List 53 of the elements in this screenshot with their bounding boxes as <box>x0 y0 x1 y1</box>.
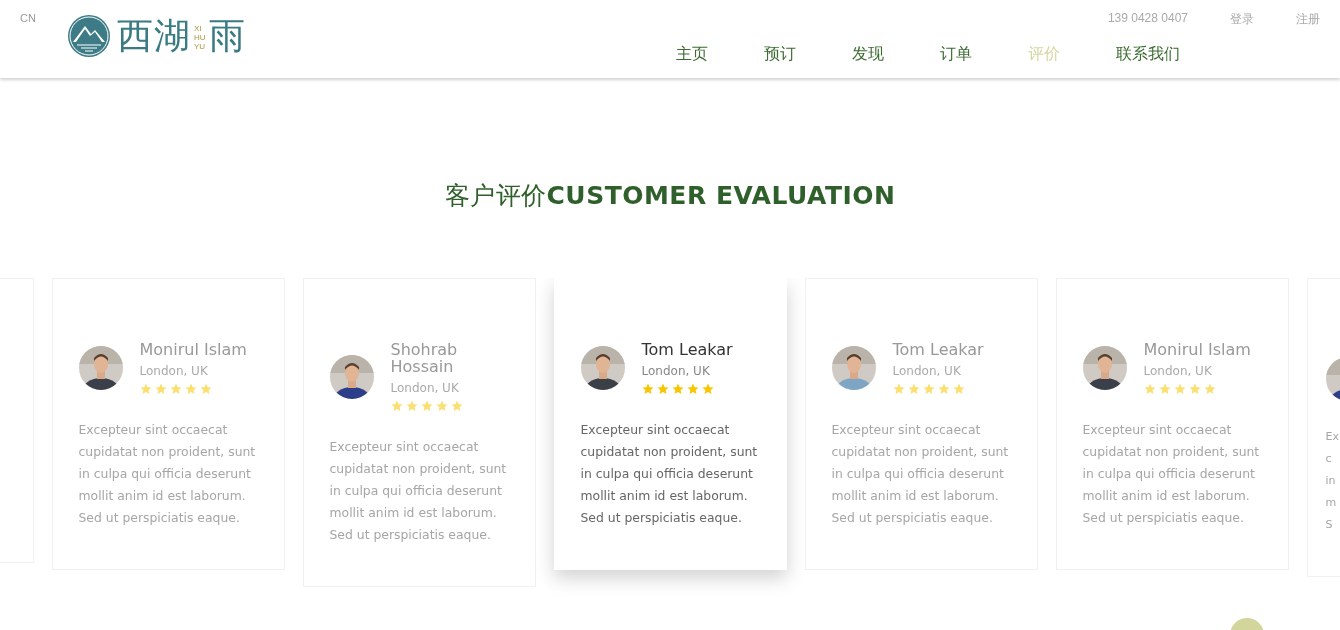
reviewer-location: London, UK <box>641 364 711 378</box>
star-icon <box>169 383 182 395</box>
review-text: Ex c in m S <box>1325 429 1340 533</box>
phone-number: 139 0428 0407 <box>1107 11 1188 27</box>
star-icon <box>922 383 935 395</box>
star-icon <box>1143 383 1156 395</box>
star-icon <box>390 400 403 412</box>
reviewer-name: Tom Leakar <box>892 341 985 358</box>
logo-text: 雨 <box>208 13 246 58</box>
star-icon <box>907 383 920 395</box>
mountain-logo-icon <box>67 14 111 58</box>
reviewer-location: London, UK <box>390 381 460 395</box>
logo-text: 西湖 <box>117 13 191 58</box>
reviewer-name: Monirul Islam <box>1143 341 1252 358</box>
star-icon <box>656 383 669 395</box>
star-icon <box>199 383 212 395</box>
star-icon <box>701 383 714 395</box>
star-icon <box>937 383 950 395</box>
star-icon <box>671 383 684 395</box>
review-text: Excepteur sint occaecat cupidatat non proident, sunt in culpa qui officia deserunt mollit anim id est laborum. Sed ut perspiciatis eaque. <box>1082 421 1261 527</box>
star-icon <box>420 400 433 412</box>
star-icon <box>154 383 167 395</box>
star-icon <box>686 383 699 395</box>
star-icon <box>1158 383 1171 395</box>
star-icon <box>1173 383 1186 395</box>
nav-link[interactable]: 订单 <box>940 44 1028 65</box>
nav-link[interactable]: 联系我们 <box>1116 44 1180 65</box>
reviewer-name: Tom Leakar <box>641 341 734 358</box>
star-icon <box>1203 383 1216 395</box>
reviewer-name: Monirul Islam <box>139 341 248 358</box>
star-icon <box>435 400 448 412</box>
nav-link[interactable]: 发现 <box>852 44 940 65</box>
reviewer-name: Shohrab Hossain <box>390 341 459 375</box>
star-icon <box>405 400 418 412</box>
star-icon <box>952 383 965 395</box>
star-icon <box>184 383 197 395</box>
section-title: 客户评价CUSTOMER EVALUATION <box>443 180 897 212</box>
review-text: Excepteur sint occaecat cupidatat non proident, sunt in culpa qui officia deserunt mollit anim id est laborum. Sed ut perspiciatis eaque. <box>831 421 1010 527</box>
nav-link[interactable]: 主页 <box>676 44 764 65</box>
review-text: Excepteur sint occaecat cupidatat non proident, sunt in culpa qui officia deserunt mollit anim id est laborum. Sed ut perspiciatis eaque. <box>580 421 759 527</box>
star-icon <box>450 400 463 412</box>
review-text: Excepteur sint occaecat cupidatat non proident, sunt in culpa qui officia deserunt mollit anim id est laborum. Sed ut perspiciatis eaque. <box>329 438 508 544</box>
nav-link[interactable]: 预订 <box>764 44 852 65</box>
reviewer-location: London, UK <box>892 364 962 378</box>
reviewer-location: London, UK <box>1143 364 1213 378</box>
star-icon <box>1188 383 1201 395</box>
star-icon <box>139 383 152 395</box>
reviewer-location: London, UK <box>139 364 209 378</box>
star-icon <box>641 383 654 395</box>
review-text: Excepteur sint occaecat cupidatat non proident, sunt in culpa qui officia deserunt mollit anim id est laborum. Sed ut perspiciatis eaque. <box>78 421 257 527</box>
logo-pinyin: XI HU YU <box>194 24 206 51</box>
star-icon <box>892 383 905 395</box>
language-code: CN <box>19 11 37 24</box>
